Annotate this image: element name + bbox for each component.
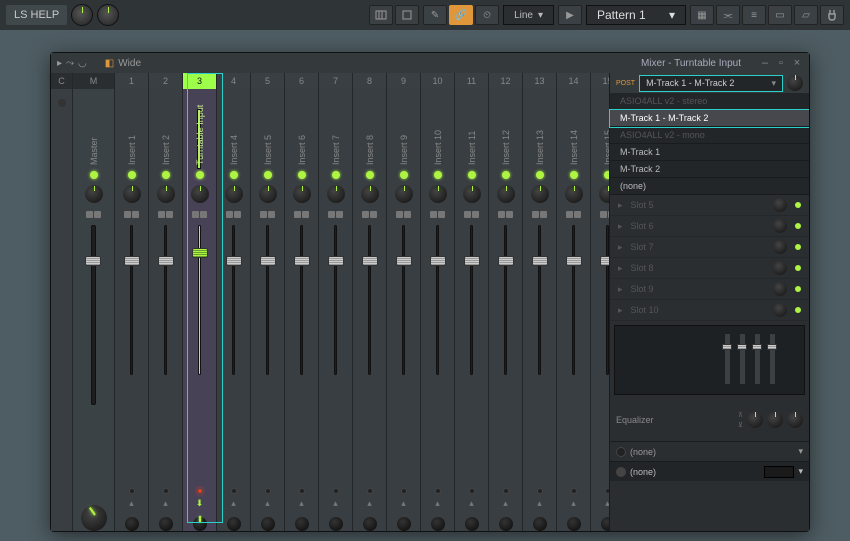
help-menu[interactable]: LS HELP	[6, 5, 67, 25]
mixer-wave-icon[interactable]: ◡	[78, 58, 87, 69]
eq-mid-knob[interactable]	[767, 412, 783, 428]
output-row[interactable]: (none) ▾	[610, 461, 809, 481]
insert-strip[interactable]: Insert 1▴	[115, 89, 149, 531]
pan-knob[interactable]	[85, 185, 103, 203]
top-toolbar: LS HELP ✎ 🔗 ⏲ Line ▾ ▶ Pattern 1 ▾ ▦ ⫘ ≡…	[0, 0, 850, 30]
insert-strip[interactable]: Insert 12▴	[489, 89, 523, 531]
fader[interactable]	[91, 225, 96, 495]
mixer-title: Mixer - Turntable Input	[641, 58, 741, 69]
input-select-row[interactable]: POST M-Track 1 - M-Track 2▾	[610, 73, 809, 93]
fx-slot[interactable]: ▸Slot 8	[610, 258, 809, 279]
fx-slot[interactable]: ▸Slot 5	[610, 195, 809, 216]
master-header[interactable]: M	[73, 73, 115, 89]
playlist-button[interactable]: ▦	[690, 5, 714, 25]
master-pitch-knob[interactable]	[97, 4, 119, 26]
dropdown-item[interactable]: ASIO4ALL v2 - stereo	[610, 93, 809, 110]
dropdown-item[interactable]: M-Track 1 - M-Track 2	[610, 110, 809, 127]
fx-slot[interactable]: ▸Slot 9	[610, 279, 809, 300]
input-selector[interactable]: M-Track 1 - M-Track 2▾	[639, 75, 783, 92]
current-marker[interactable]: C	[51, 73, 73, 89]
insert-strip[interactable]: Insert 11▴	[455, 89, 489, 531]
insert-strip[interactable]: Insert 9▴	[387, 89, 421, 531]
minimize-button[interactable]: –	[759, 57, 771, 69]
pencil-tool[interactable]: ✎	[423, 5, 447, 25]
output-meter	[764, 466, 794, 478]
insert-strip[interactable]: Insert 8▴	[353, 89, 387, 531]
dropdown-item[interactable]: (none)	[610, 178, 809, 195]
snap-select[interactable]: Line ▾	[503, 5, 554, 25]
post-icon[interactable]: POST	[616, 80, 635, 87]
insert-strip[interactable]: Insert 10▴	[421, 89, 455, 531]
current-strip[interactable]	[51, 89, 73, 531]
step-button[interactable]: ⫘	[716, 5, 740, 25]
master-send-knob[interactable]	[81, 505, 107, 531]
browser-button[interactable]: ▭	[768, 5, 792, 25]
insert-strip[interactable]: Insert 6▴	[285, 89, 319, 531]
insert-strip-selected[interactable]: Turntable Input⬇	[183, 89, 217, 531]
eq-section: Equalizer ⊼⊻	[610, 399, 809, 441]
input-dropdown: ASIO4ALL v2 - stereo M-Track 1 - M-Track…	[610, 93, 809, 195]
channel-area: C M 1 2 3 4 5 6 7 8 9 10 11 12 13 14 15	[51, 73, 609, 531]
metronome-button[interactable]: ⏲	[475, 5, 499, 25]
channel-rack-button[interactable]	[395, 5, 419, 25]
mixer-button[interactable]: ≡	[742, 5, 766, 25]
fx-panel: POST M-Track 1 - M-Track 2▾ ASIO4ALL v2 …	[609, 73, 809, 531]
fx-slot[interactable]: ▸Slot 6	[610, 216, 809, 237]
insert-strip[interactable]: Insert 13▴	[523, 89, 557, 531]
parametric-display[interactable]	[614, 325, 805, 395]
mixer-route-icon[interactable]: ⤳	[66, 58, 74, 69]
dropdown-item[interactable]: ASIO4ALL v2 - mono	[610, 127, 809, 144]
channel-header: C M 1 2 3 4 5 6 7 8 9 10 11 12 13 14 15	[51, 73, 609, 89]
insert-strip[interactable]: Insert 15▴	[591, 89, 609, 531]
tempo-button[interactable]: ▱	[794, 5, 818, 25]
link-tool[interactable]: 🔗	[449, 5, 473, 25]
fx-slot[interactable]: ▸Slot 7	[610, 237, 809, 258]
insert-strip[interactable]: Insert 2▴	[149, 89, 183, 531]
channel-strips: Master Insert 1▴ Insert 2▴ Turntable Inp…	[51, 89, 609, 531]
output-row[interactable]: (none) ▾	[610, 441, 809, 461]
fx-slots: ▸Slot 5 ▸Slot 6 ▸Slot 7 ▸Slot 8 ▸Slot 9 …	[610, 195, 809, 321]
eq-low-knob[interactable]	[747, 412, 763, 428]
eq-label: Equalizer	[616, 415, 654, 425]
master-strip[interactable]: Master	[73, 89, 115, 531]
insert-strip[interactable]: Insert 4▴	[217, 89, 251, 531]
fx-slot[interactable]: ▸Slot 10	[610, 300, 809, 321]
insert-strip[interactable]: Insert 14▴	[557, 89, 591, 531]
insert-strip[interactable]: Insert 7▴	[319, 89, 353, 531]
pattern-select[interactable]: Pattern 1 ▾	[586, 5, 686, 25]
view-toggle-icon[interactable]: ◧	[105, 58, 114, 69]
close-button[interactable]: ×	[791, 57, 803, 69]
maximize-button[interactable]: ▫	[775, 57, 787, 69]
master-volume-knob[interactable]	[71, 4, 93, 26]
piano-roll-button[interactable]	[369, 5, 393, 25]
view-mode[interactable]: Wide	[118, 58, 141, 69]
mixer-title-bar: ▸ ⤳ ◡ ◧ Wide Mixer - Turntable Input – ▫…	[51, 53, 809, 73]
insert-strip[interactable]: Insert 5▴	[251, 89, 285, 531]
mixer-window: ▸ ⤳ ◡ ◧ Wide Mixer - Turntable Input – ▫…	[50, 52, 810, 532]
dropdown-item[interactable]: M-Track 2	[610, 161, 809, 178]
play-button[interactable]: ▶	[558, 5, 582, 25]
plugin-button[interactable]	[820, 5, 844, 25]
input-gain-knob[interactable]	[787, 75, 803, 91]
eq-high-knob[interactable]	[787, 412, 803, 428]
mixer-menu-icon[interactable]: ▸	[57, 58, 62, 69]
dropdown-item[interactable]: M-Track 1	[610, 144, 809, 161]
